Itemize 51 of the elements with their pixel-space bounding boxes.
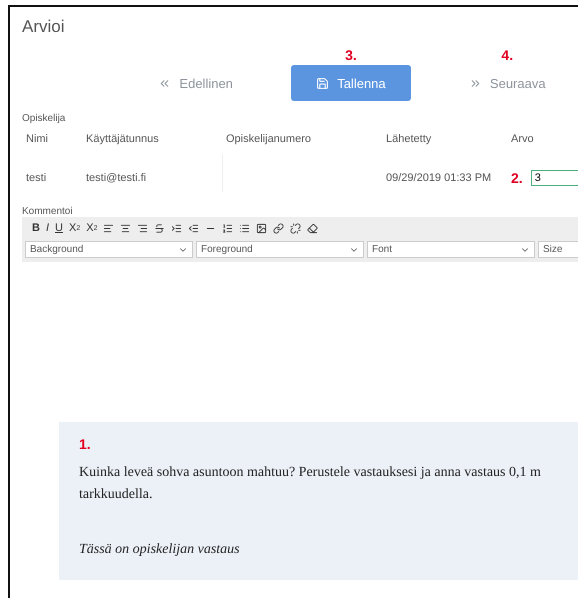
table-cell: testi (26, 172, 46, 184)
column-header: Käyttäjätunnus (86, 133, 159, 145)
align-right-button[interactable] (137, 222, 148, 234)
list-button[interactable] (239, 222, 250, 234)
eraser-button[interactable] (307, 222, 318, 234)
format-button[interactable]: X$^{2}$ (86, 222, 98, 234)
list-ordered-icon (222, 222, 234, 234)
list-ordered-button[interactable] (222, 222, 234, 234)
image-icon (256, 222, 268, 234)
format-select[interactable]: Size (538, 241, 578, 258)
format-button[interactable]: U (55, 222, 63, 234)
indent-button[interactable] (171, 222, 182, 234)
annotation-number: 1. (79, 436, 91, 452)
annotation-number: 4. (501, 47, 514, 65)
align-center-icon (120, 222, 132, 234)
column-header: Arvo (511, 133, 534, 145)
align-center-button[interactable] (120, 222, 132, 234)
student-answer: Tässä on opiskelijan vastaus (79, 542, 241, 558)
format-button[interactable]: B (32, 222, 40, 234)
strikethrough-icon (154, 222, 166, 234)
unlink-icon (290, 222, 302, 234)
strikethrough-button[interactable] (154, 222, 166, 234)
outdent-icon (188, 222, 200, 234)
grade-input[interactable]: 3 (530, 170, 578, 186)
column-header: Nimi (26, 133, 48, 145)
column-header: Opiskelijanumero (226, 133, 311, 145)
format-select[interactable]: Background (25, 241, 193, 258)
format-select[interactable]: Foreground (196, 241, 364, 258)
section-label: Opiskelija (22, 113, 66, 124)
annotation-number: 2. (511, 170, 523, 186)
annotation-number: 3. (345, 47, 357, 65)
format-button[interactable]: I (46, 222, 50, 234)
link-button[interactable] (273, 222, 284, 234)
format-select[interactable]: Font (367, 241, 535, 258)
page-title: Arvioi (22, 17, 66, 37)
save-icon (316, 76, 330, 90)
image-button[interactable] (256, 222, 268, 234)
unlink-button[interactable] (290, 222, 302, 234)
align-left-button[interactable] (103, 222, 114, 234)
table-cell: testi@testi.fi (86, 172, 146, 184)
indent-icon (171, 222, 182, 234)
outdent-button[interactable] (188, 222, 200, 234)
field-label: Kommentoi (22, 206, 74, 217)
eraser-icon (307, 222, 318, 234)
link-icon (273, 222, 284, 234)
align-right-icon (137, 222, 148, 234)
list-icon (239, 222, 250, 234)
question-text: Kuinka leveä sohva asuntoon mahtuu? Perustele vastauksesi ja anna vastaus 0,1 m tarkkuudella. (79, 464, 542, 504)
align-left-icon (103, 222, 114, 234)
table-cell: 09/29/2019 01:33 PM (386, 172, 492, 184)
column-header: Lähetetty (386, 133, 432, 145)
